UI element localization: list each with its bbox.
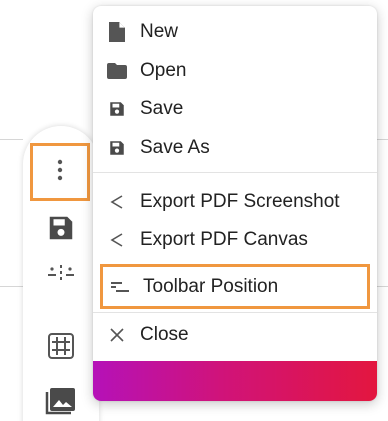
overflow-menu: New Open Save Save As Export PDF Screens… xyxy=(93,6,377,401)
more-vert-icon xyxy=(57,158,63,187)
menu-item-close[interactable]: Close xyxy=(93,317,377,353)
save-icon xyxy=(46,213,76,248)
menu-item-label: Open xyxy=(140,60,187,81)
save-icon xyxy=(106,137,128,159)
image-icon xyxy=(45,385,77,420)
close-icon xyxy=(106,324,128,346)
save-icon xyxy=(106,98,128,120)
menu-item-toolbar-position[interactable]: Toolbar Position xyxy=(100,264,370,309)
grid-icon xyxy=(46,331,76,366)
menu-divider xyxy=(93,172,377,173)
menu-item-label: Export PDF Canvas xyxy=(140,229,308,250)
folder-icon xyxy=(106,60,128,82)
menu-item-export-pdf-canvas[interactable]: Export PDF Canvas xyxy=(93,222,377,258)
split-view-icon xyxy=(46,263,76,288)
file-icon xyxy=(106,21,128,43)
menu-item-save[interactable]: Save xyxy=(93,91,377,127)
menu-item-label: Save xyxy=(140,98,184,119)
menu-item-new[interactable]: New xyxy=(93,14,377,50)
menu-divider xyxy=(93,312,377,313)
more-options-button[interactable] xyxy=(30,143,90,201)
app-screen: New Open Save Save As Export PDF Screens… xyxy=(0,0,388,421)
divider-line xyxy=(377,286,388,287)
menu-item-label: Save As xyxy=(140,137,210,158)
share-icon xyxy=(106,191,128,213)
toolbar-position-icon xyxy=(109,276,131,298)
menu-item-label: New xyxy=(140,21,179,42)
menu-item-label: Close xyxy=(140,324,189,345)
divider-line xyxy=(377,139,388,140)
menu-item-label: Toolbar Position xyxy=(143,275,279,297)
toolbar-split-button[interactable] xyxy=(35,249,87,301)
menu-item-save-as[interactable]: Save As xyxy=(93,130,377,166)
menu-item-label: Export PDF Screenshot xyxy=(140,191,340,212)
menu-item-export-pdf-screenshot[interactable]: Export PDF Screenshot xyxy=(93,184,377,220)
menu-item-open[interactable]: Open xyxy=(93,53,377,89)
toolbar-image-button[interactable] xyxy=(35,376,87,421)
gradient-banner xyxy=(93,361,377,401)
toolbar-grid-button[interactable] xyxy=(35,322,87,374)
share-icon xyxy=(106,229,128,251)
divider-line xyxy=(0,286,23,287)
divider-line xyxy=(0,139,23,140)
vertical-toolbar xyxy=(23,126,99,421)
